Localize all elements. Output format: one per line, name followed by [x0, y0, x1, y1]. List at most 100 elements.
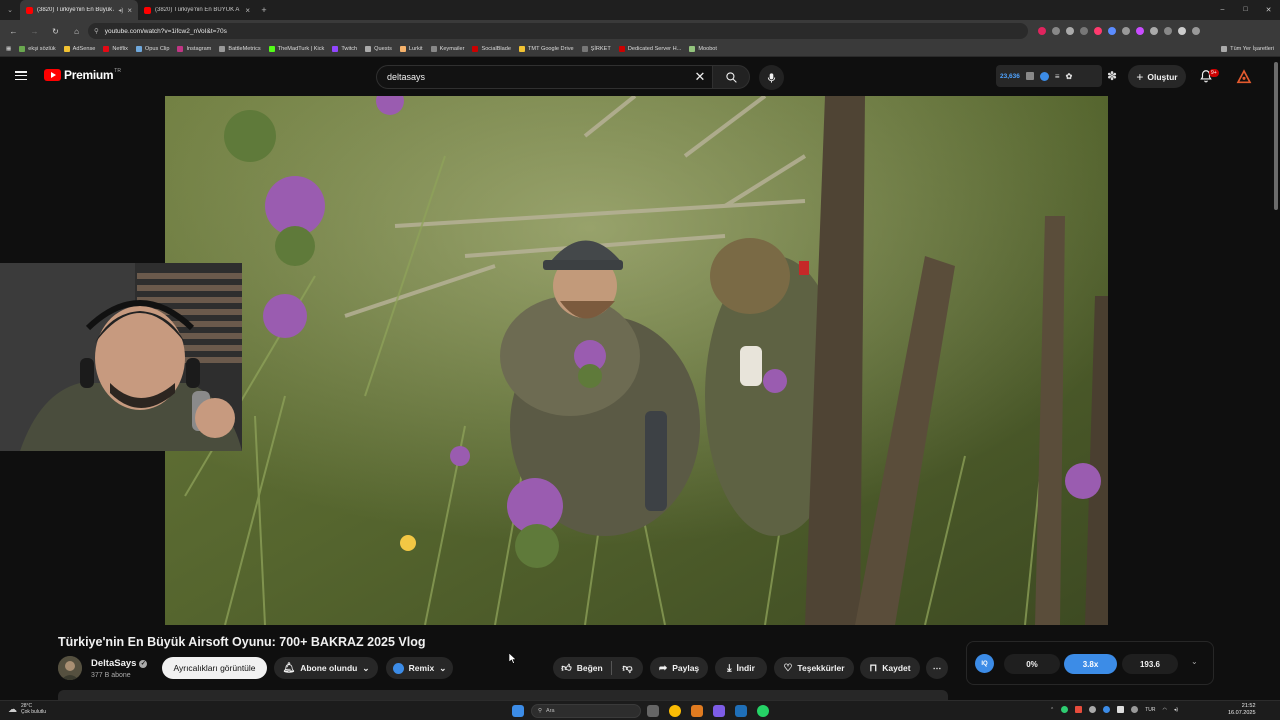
language-indicator[interactable]: TUR [1145, 707, 1155, 713]
tab-close-icon[interactable]: × [245, 6, 250, 15]
remix-button[interactable]: Remix ⌄ [386, 657, 453, 679]
more-actions-button[interactable]: ⋯ [926, 657, 948, 679]
browser-tab-1[interactable]: (3820) Türkiye'nin En Büyük A ◂) × [20, 0, 138, 20]
chrome-icon[interactable] [669, 705, 681, 717]
menu-icon[interactable] [15, 71, 27, 80]
bookmark-item[interactable]: Opus Clip [135, 46, 169, 52]
extensions-puzzle-icon[interactable] [1150, 27, 1158, 35]
subscribed-button[interactable]: 🔔︎ Abone olundu ⌄ [274, 657, 378, 679]
download-button[interactable]: ⤓ İndir [715, 657, 767, 679]
all-bookmarks-folder[interactable]: Tüm Yer İşaretleri [1221, 46, 1274, 52]
bookmark-item[interactable]: ekşi sözlük [19, 46, 56, 52]
bookmark-item[interactable]: TMT Google Drive [519, 46, 574, 52]
tab-close-icon[interactable]: × [127, 6, 132, 15]
search-button[interactable] [712, 65, 750, 89]
like-button[interactable]: 👍︎ Beğen [553, 657, 611, 679]
youtube-logo[interactable]: Premium TR [44, 68, 121, 82]
view-perks-button[interactable]: Ayrıcalıkları görüntüle [162, 657, 267, 679]
browser-menu-icon[interactable] [1192, 27, 1200, 35]
clear-search-icon[interactable]: ✕ [690, 65, 710, 89]
channel-avatar[interactable] [58, 656, 82, 680]
bookmark-item[interactable]: AdSense [63, 46, 95, 52]
task-view-icon[interactable] [647, 705, 659, 717]
tab-search-icon[interactable]: ⌄ [0, 6, 20, 14]
search-input[interactable]: deltasays [376, 65, 712, 89]
bookmark-item[interactable]: Keymailer [430, 46, 464, 52]
extension-blue-icon[interactable] [1039, 71, 1049, 81]
volume-icon[interactable]: ◂) [1174, 707, 1178, 713]
puzzle-icon[interactable]: ✽ [1107, 69, 1117, 83]
maximize-icon[interactable]: □ [1234, 6, 1257, 14]
extension-purple-icon[interactable] [1136, 27, 1144, 35]
streamer-webcam-image [0, 263, 242, 451]
whatsapp-icon[interactable] [757, 705, 769, 717]
bookmark-item[interactable]: Quests [365, 46, 392, 52]
weather-widget[interactable]: ☁ 28°C Çok bulutlu [8, 703, 46, 715]
minimize-icon[interactable]: – [1211, 6, 1234, 14]
bookmark-item[interactable]: Instagram [177, 46, 211, 52]
bookmark-item[interactable]: BattleMetrics [219, 46, 261, 52]
bookmark-item[interactable]: Dedicated Server H... [618, 46, 681, 52]
profile-icon[interactable] [1178, 27, 1186, 35]
zoom-icon[interactable] [1052, 27, 1060, 35]
extension-pink-icon[interactable] [1094, 27, 1102, 35]
video-player[interactable] [165, 96, 1108, 625]
extension-blue-icon[interactable] [1108, 27, 1116, 35]
reload-icon[interactable]: ↻ [46, 22, 65, 40]
stats-extension-icon[interactable]: IQ [975, 654, 994, 673]
voice-search-button[interactable] [759, 65, 784, 90]
extension-gift-icon[interactable]: ✿ [1066, 72, 1073, 81]
apps-icon[interactable]: ▦ [6, 46, 11, 52]
extension-widget[interactable]: 23,636 ≡ ✿ [996, 65, 1102, 87]
wifi-icon[interactable]: ◠ [1162, 707, 1166, 713]
app-icon[interactable] [735, 705, 747, 717]
url-field[interactable]: ⚲ youtube.com/watch?v=1ifcw2_nVoI&t=70s [88, 23, 1028, 39]
tray-app-icon[interactable] [1089, 706, 1097, 713]
speaker-icon[interactable]: ◂) [118, 7, 123, 14]
discord-icon[interactable] [713, 705, 725, 717]
tab-title: (3820) Türkiye'nin En Büyük A [37, 7, 115, 13]
tray-app-icon[interactable] [1075, 706, 1083, 713]
browser-tab-2[interactable]: (3820) Türkiye'nin En BÜYÜK A × [138, 0, 256, 20]
bookmark-star-icon[interactable] [1066, 27, 1074, 35]
site-info-icon[interactable]: ⚲ [94, 27, 99, 35]
system-clock[interactable]: 21:52 16.07.2025 [1228, 703, 1256, 717]
home-icon[interactable]: ⌂ [67, 22, 86, 40]
extension-gray-icon[interactable] [1122, 27, 1130, 35]
back-icon[interactable]: ← [4, 22, 23, 40]
bookmark-item[interactable]: ŞİRKET [581, 46, 611, 52]
close-window-icon[interactable]: ✕ [1257, 6, 1280, 14]
save-button[interactable]: ⊓ Kaydet [860, 657, 920, 679]
scrollbar-thumb[interactable] [1274, 62, 1278, 210]
channel-name[interactable]: DeltaSays ✓ [91, 658, 148, 669]
create-button[interactable]: + Oluştur [1128, 65, 1186, 88]
start-windows-icon[interactable] [512, 705, 524, 717]
bookmark-item[interactable]: Lurkit [399, 46, 423, 52]
bookmark-item[interactable]: SocialBlade [472, 46, 511, 52]
downloads-icon[interactable] [1164, 27, 1172, 35]
forward-icon[interactable]: → [25, 22, 44, 40]
bookmark-item[interactable]: TheMadTurk | Kick [268, 46, 324, 52]
extension-red-icon[interactable] [1038, 27, 1046, 35]
tray-app-icon[interactable] [1117, 706, 1125, 713]
tray-app-icon[interactable] [1131, 706, 1139, 713]
extension-dot-icon[interactable] [1080, 27, 1088, 35]
tray-app-icon[interactable] [1061, 706, 1069, 713]
bookmark-item[interactable]: Moobot [689, 46, 717, 52]
new-tab-button[interactable]: + [256, 5, 272, 15]
bookmark-item[interactable]: Netflix [103, 46, 128, 52]
tray-app-icon[interactable] [1103, 706, 1111, 713]
account-avatar-icon[interactable] [1236, 69, 1252, 85]
screenshot-icon[interactable] [1025, 72, 1034, 80]
thanks-button[interactable]: ♡ Teşekkürler [774, 657, 854, 679]
bookmark-item[interactable]: Twitch [332, 46, 357, 52]
app-icon[interactable] [691, 705, 703, 717]
tray-chevron-icon[interactable]: ⌃ [1050, 707, 1054, 713]
chevron-down-icon[interactable]: ⌄ [1191, 657, 1198, 666]
description-box[interactable] [58, 690, 948, 700]
list-icon[interactable]: ≡ [1055, 72, 1060, 81]
taskbar-search-input[interactable]: ⚲ Ara [531, 704, 641, 718]
dislike-button[interactable]: 👎︎ [612, 657, 643, 679]
url-text: youtube.com/watch?v=1ifcw2_nVoI&t=70s [104, 27, 227, 35]
share-button[interactable]: ➦ Paylaş [650, 657, 708, 679]
